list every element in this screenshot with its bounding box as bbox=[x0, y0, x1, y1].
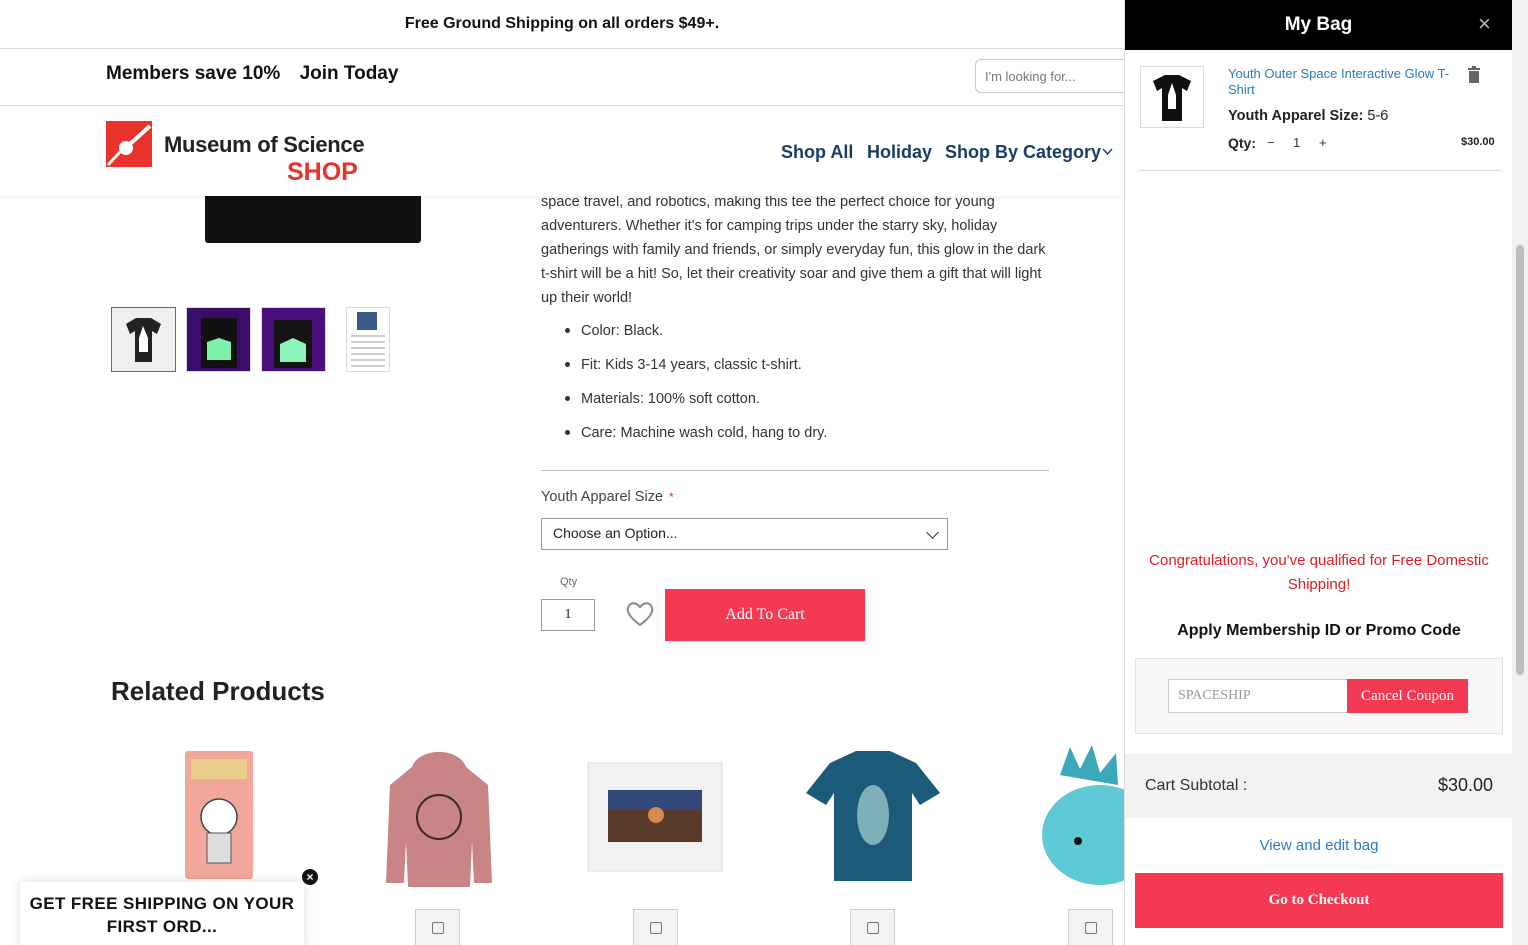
cart-size-value: 5-6 bbox=[1367, 108, 1389, 124]
qty-label: Qty bbox=[560, 576, 578, 588]
add-to-cart-button[interactable]: Add To Cart bbox=[665, 589, 865, 641]
related-product-5[interactable] bbox=[1040, 745, 1158, 890]
related-product-4[interactable] bbox=[804, 745, 942, 890]
apply-code-title: Apply Membership ID or Promo Code bbox=[1177, 622, 1461, 639]
size-select-value: Choose an Option... bbox=[553, 525, 678, 541]
related-product-1[interactable] bbox=[183, 745, 255, 890]
free-shipping-message: Congratulations, you've qualified for Fr… bbox=[1149, 552, 1489, 593]
related-add-to-bag-button-3[interactable] bbox=[633, 909, 678, 945]
subtotal-label: Cart Subtotal : bbox=[1145, 777, 1248, 794]
size-label-text: Youth Apparel Size bbox=[541, 489, 664, 505]
popup-close-icon[interactable]: × bbox=[300, 867, 320, 887]
nav-holiday[interactable]: Holiday bbox=[867, 142, 932, 163]
coupon-input[interactable]: SPACESHIP bbox=[1168, 679, 1348, 713]
coupon-section: SPACESHIP Cancel Coupon bbox=[1135, 658, 1503, 734]
cart-qty-label: Qty: bbox=[1228, 135, 1256, 151]
cart-qty-value[interactable]: 1 bbox=[1293, 135, 1300, 150]
join-today-link[interactable]: Join Today bbox=[300, 63, 399, 84]
logo-mark-icon[interactable] bbox=[106, 121, 152, 167]
thumbnail-3[interactable] bbox=[261, 307, 326, 372]
thumbnail-4-size-chart[interactable] bbox=[346, 307, 390, 372]
qty-input[interactable]: 1 bbox=[541, 599, 595, 631]
shopping-bag-icon bbox=[1085, 922, 1097, 934]
page: Free Ground Shipping on all orders $49+.… bbox=[0, 0, 1528, 945]
thumbnail-1[interactable] bbox=[111, 307, 176, 372]
members-save-text: Members save 10% bbox=[106, 63, 281, 84]
related-add-to-bag-button-2[interactable] bbox=[415, 909, 460, 945]
my-bag-drawer: My Bag × Youth Outer Space Interactive G… bbox=[1124, 0, 1513, 945]
shopping-bag-icon bbox=[432, 922, 444, 934]
checkout-button[interactable]: Go to Checkout bbox=[1135, 873, 1503, 928]
nav-shop-by-category[interactable]: Shop By Category bbox=[945, 142, 1101, 163]
wishlist-heart-icon[interactable] bbox=[625, 600, 655, 628]
detail-fit: Fit: Kids 3-14 years, classic t-shirt. bbox=[563, 354, 827, 388]
qty-increase-button[interactable]: + bbox=[1319, 135, 1327, 150]
required-mark: * bbox=[669, 490, 674, 504]
product-main-image[interactable] bbox=[205, 196, 421, 243]
announcement-text: Free Ground Shipping on all orders $49+. bbox=[404, 15, 720, 32]
cancel-coupon-button[interactable]: Cancel Coupon bbox=[1347, 679, 1468, 713]
close-icon[interactable]: × bbox=[1478, 13, 1498, 35]
related-add-to-bag-button-4[interactable] bbox=[850, 909, 895, 945]
scrollbar-thumb[interactable] bbox=[1516, 245, 1524, 675]
cart-item-size: Youth Apparel Size: 5-6 bbox=[1228, 108, 1388, 124]
chevron-down-icon bbox=[926, 526, 939, 539]
divider bbox=[541, 470, 1049, 471]
logo-text[interactable]: Museum of Science bbox=[164, 132, 365, 158]
cart-item-name[interactable]: Youth Outer Space Interactive Glow T-Shi… bbox=[1228, 66, 1464, 98]
view-edit-bag-link[interactable]: View and edit bag bbox=[1125, 837, 1513, 854]
search-input[interactable]: I'm looking for... bbox=[975, 59, 1135, 93]
product-details-list: Color: Black. Fit: Kids 3-14 years, clas… bbox=[563, 320, 827, 456]
cart-size-label: Youth Apparel Size: bbox=[1228, 108, 1364, 124]
announcement-bar: Free Ground Shipping on all orders $49+. bbox=[0, 0, 1124, 49]
size-select[interactable]: Choose an Option... bbox=[541, 518, 948, 550]
qty-decrease-button[interactable]: − bbox=[1267, 135, 1275, 150]
trash-icon[interactable] bbox=[1467, 66, 1481, 84]
shopping-bag-icon bbox=[650, 922, 662, 934]
thumbnail-2[interactable] bbox=[186, 307, 251, 372]
cart-item-image[interactable] bbox=[1140, 66, 1204, 128]
cart-subtotal: Cart Subtotal : $30.00 bbox=[1125, 754, 1513, 818]
member-promo: Members save 10% Join Today bbox=[106, 63, 412, 85]
subtotal-value: $30.00 bbox=[1437, 775, 1493, 795]
drawer-header: My Bag × bbox=[1125, 0, 1512, 50]
related-product-3[interactable] bbox=[586, 745, 724, 890]
nav-shop-all[interactable]: Shop All bbox=[781, 142, 853, 163]
detail-materials: Materials: 100% soft cotton. bbox=[563, 388, 827, 422]
related-product-2[interactable] bbox=[384, 745, 494, 890]
free-shipping-popup[interactable]: GET FREE SHIPPING ON YOUR FIRST ORD... bbox=[20, 882, 304, 945]
member-bar: Members save 10% Join Today I'm looking … bbox=[0, 49, 1135, 106]
drawer-title: My Bag bbox=[1284, 14, 1353, 35]
cart-item-price: $30.00 bbox=[1461, 136, 1495, 148]
scrollbar[interactable] bbox=[1512, 0, 1528, 945]
chevron-down-icon bbox=[1102, 148, 1113, 156]
logo-shop-text[interactable]: SHOP bbox=[287, 158, 358, 187]
product-description: space travel, and robotics, making this … bbox=[541, 194, 1046, 306]
related-add-to-bag-button-5[interactable] bbox=[1068, 909, 1113, 945]
shopping-bag-icon bbox=[867, 922, 879, 934]
related-products-title: Related Products bbox=[111, 676, 325, 706]
detail-care: Care: Machine wash cold, hang to dry. bbox=[563, 422, 827, 456]
divider bbox=[1139, 170, 1501, 171]
detail-color: Color: Black. bbox=[563, 320, 827, 354]
size-label: Youth Apparel Size * bbox=[541, 489, 674, 505]
site-header: Museum of Science SHOP Shop All Holiday … bbox=[0, 106, 1124, 196]
